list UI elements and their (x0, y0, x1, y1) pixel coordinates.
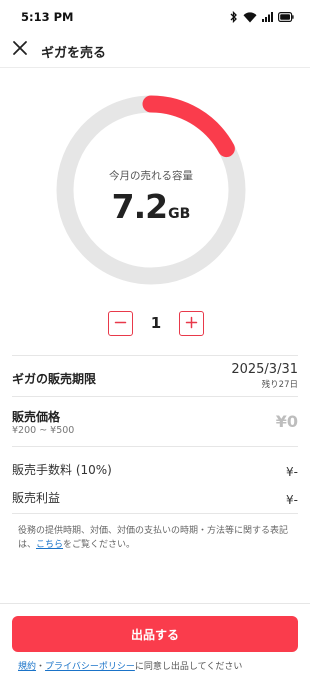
status-icons (230, 10, 294, 24)
close-button[interactable] (8, 38, 32, 62)
divider (12, 396, 298, 397)
price-range: ¥200 ~ ¥500 (12, 425, 75, 436)
profit-value: ¥- (286, 489, 298, 508)
fee-value: ¥- (286, 461, 298, 480)
wifi-icon (243, 11, 257, 23)
price-amount: ¥0 (275, 412, 298, 431)
divider (12, 355, 298, 356)
gauge-unit: GB (168, 206, 191, 222)
notice-text-end: をご覧ください。 (63, 539, 136, 550)
divider (12, 513, 298, 514)
terms-agreement: 規約・プライバシーポリシーに同意し出品してください (18, 659, 242, 672)
deadline-label: ギガの販売期限 (12, 372, 97, 386)
legal-notice: 役務の提供時期、対価、対価の支払いの時期・方法等に関する表記は、こちらをご覧くだ… (18, 525, 290, 553)
page-title: ギガを売る (41, 46, 107, 61)
profit-label: 販売利益 (12, 491, 61, 505)
price-value: ¥0 (276, 412, 298, 431)
decrement-button[interactable] (108, 311, 133, 336)
bluetooth-icon (230, 11, 238, 23)
deadline-value: 2025/3/31 残り27日 (231, 362, 298, 390)
gauge-value: 7.2GB (55, 187, 247, 226)
capacity-gauge: 今月の売れる容量 7.2GB (55, 94, 247, 286)
status-bar: 5:13 PM (0, 0, 310, 34)
app-header: ギガを売る (0, 34, 310, 68)
notice-link[interactable]: こちら (36, 540, 63, 550)
plus-icon (185, 314, 198, 333)
profit-amount: ¥- (286, 493, 298, 507)
deadline-remaining: 残り27日 (261, 380, 298, 390)
fee-label: 販売手数料 (10%) (12, 463, 112, 477)
terms-text: に同意し出品してください (134, 662, 243, 672)
bottom-divider (0, 603, 310, 604)
signal-icon (262, 12, 273, 22)
minus-icon (114, 314, 127, 333)
increment-button[interactable] (179, 311, 204, 336)
fee-amount: ¥- (286, 465, 298, 479)
status-time: 5:13 PM (21, 10, 74, 24)
price-label: 販売価格 (12, 410, 61, 424)
deadline-date: 2025/3/31 (231, 362, 298, 377)
battery-icon (278, 12, 294, 22)
submit-button[interactable]: 出品する (12, 616, 298, 652)
divider (12, 446, 298, 447)
privacy-link[interactable]: プライバシーポリシー (45, 662, 135, 672)
terms-separator: ・ (36, 662, 46, 672)
gauge-number: 7.2 (111, 187, 168, 226)
close-icon (12, 40, 28, 60)
quantity-stepper: 1 (108, 311, 204, 337)
gauge-label: 今月の売れる容量 (109, 170, 193, 182)
quantity-value: 1 (150, 314, 162, 332)
terms-link[interactable]: 規約 (18, 662, 36, 672)
